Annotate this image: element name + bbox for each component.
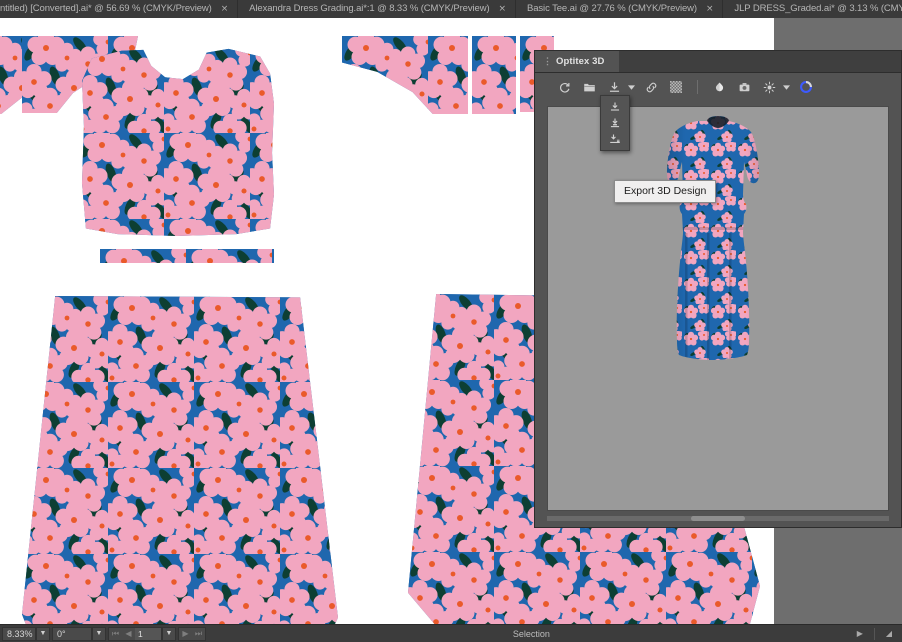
link-icon[interactable] — [640, 76, 662, 98]
document-tab-label: Alexandra Dress Grading.ai*:1 @ 8.33 % (… — [249, 0, 489, 18]
texture-icon[interactable] — [665, 76, 687, 98]
close-icon[interactable]: × — [706, 5, 713, 14]
status-resize-grip-icon[interactable]: ◢ — [886, 629, 892, 638]
last-artboard-icon[interactable]: ⏭ — [192, 629, 205, 639]
brightness-icon[interactable] — [758, 76, 780, 98]
panel-footer — [535, 511, 901, 527]
panel-tab-label: Optitex 3D — [556, 56, 605, 67]
document-tab-label: Basic Tee.ai @ 27.76 % (CMYK/Preview) — [527, 0, 697, 18]
export-3d-flyout-menu[interactable] — [600, 95, 630, 151]
pattern-piece-skirt-left[interactable] — [22, 296, 338, 624]
optitex-3d-viewport[interactable] — [547, 106, 889, 511]
optitex-3d-panel: ⋮ Optitex 3D — [534, 50, 902, 528]
next-artboard-icon[interactable]: ▶ — [179, 629, 192, 638]
panel-horizontal-scrollbar[interactable] — [547, 516, 889, 521]
prev-artboard-icon[interactable]: ◀ — [122, 629, 135, 638]
artboard-navigator-next[interactable]: ▶ ⏭ — [178, 627, 206, 641]
rotation-dropdown-icon[interactable]: ▼ — [92, 627, 106, 641]
document-tab-bar: ntitled) [Converted].ai* @ 56.69 % (CMYK… — [0, 0, 902, 18]
zoom-dropdown-icon[interactable]: ▼ — [36, 627, 50, 641]
panel-toolbar: Export 3D Design — [535, 73, 901, 101]
panel-tab-strip: ⋮ Optitex 3D — [535, 51, 901, 73]
camera-icon[interactable] — [733, 76, 755, 98]
tab-optitex-3d[interactable]: ⋮ Optitex 3D — [535, 51, 619, 72]
rotation-field[interactable]: 0° — [52, 627, 92, 641]
document-tab-label: JLP DRESS_Graded.ai* @ 3.13 % (CMYK/Prev… — [734, 0, 902, 18]
artboard-navigator[interactable]: ⏮ ◀ 1 — [108, 627, 162, 641]
dress-3d-render — [655, 115, 781, 487]
illustrator-window: ntitled) [Converted].ai* @ 56.69 % (CMYK… — [0, 0, 902, 642]
artboard-number-field[interactable]: 1 — [135, 628, 161, 640]
chevron-down-icon[interactable] — [780, 76, 792, 98]
close-icon[interactable]: × — [221, 5, 228, 14]
document-tab-0[interactable]: ntitled) [Converted].ai* @ 56.69 % (CMYK… — [0, 0, 238, 18]
status-tool-label[interactable]: Selection — [206, 629, 857, 639]
toolbar-separator — [697, 80, 698, 94]
sync-status-icon[interactable] — [795, 76, 817, 98]
lighting-split-button[interactable] — [758, 76, 792, 98]
scrollbar-thumb[interactable] — [691, 516, 746, 521]
export-3d-design-tooltip: Export 3D Design — [614, 180, 716, 203]
folder-icon[interactable] — [578, 76, 600, 98]
pattern-piece-waistband[interactable] — [100, 249, 274, 263]
refresh-icon[interactable] — [553, 76, 575, 98]
close-icon[interactable]: × — [499, 5, 506, 14]
first-artboard-icon[interactable]: ⏮ — [109, 629, 122, 639]
document-tab-2[interactable]: Basic Tee.ai @ 27.76 % (CMYK/Preview) × — [516, 0, 723, 18]
pattern-piece-sleeve-top-right-2[interactable] — [472, 36, 516, 114]
status-bar: 8.33% ▼ 0° ▼ ⏮ ◀ 1 ▼ ▶ ⏭ Selection ▶ ◢ — [0, 624, 902, 642]
document-tab-label: ntitled) [Converted].ai* @ 56.69 % (CMYK… — [0, 0, 212, 18]
status-right-controls: ▶ ◢ — [857, 628, 902, 640]
artboard-dropdown-icon[interactable]: ▼ — [162, 627, 176, 641]
export-garment-icon[interactable] — [603, 115, 627, 131]
status-play-icon[interactable]: ▶ — [857, 629, 863, 638]
document-tab-3[interactable]: JLP DRESS_Graded.ai* @ 3.13 % (CMYK/Prev… — [723, 0, 902, 18]
export-design-icon[interactable] — [603, 99, 627, 115]
status-separator — [874, 628, 875, 640]
zoom-level-field[interactable]: 8.33% — [2, 627, 36, 641]
export-settings-icon[interactable] — [603, 131, 627, 147]
paint-drop-icon[interactable] — [708, 76, 730, 98]
document-tab-1[interactable]: Alexandra Dress Grading.ai*:1 @ 8.33 % (… — [238, 0, 516, 18]
panel-grip-icon[interactable]: ⋮ — [543, 56, 551, 67]
